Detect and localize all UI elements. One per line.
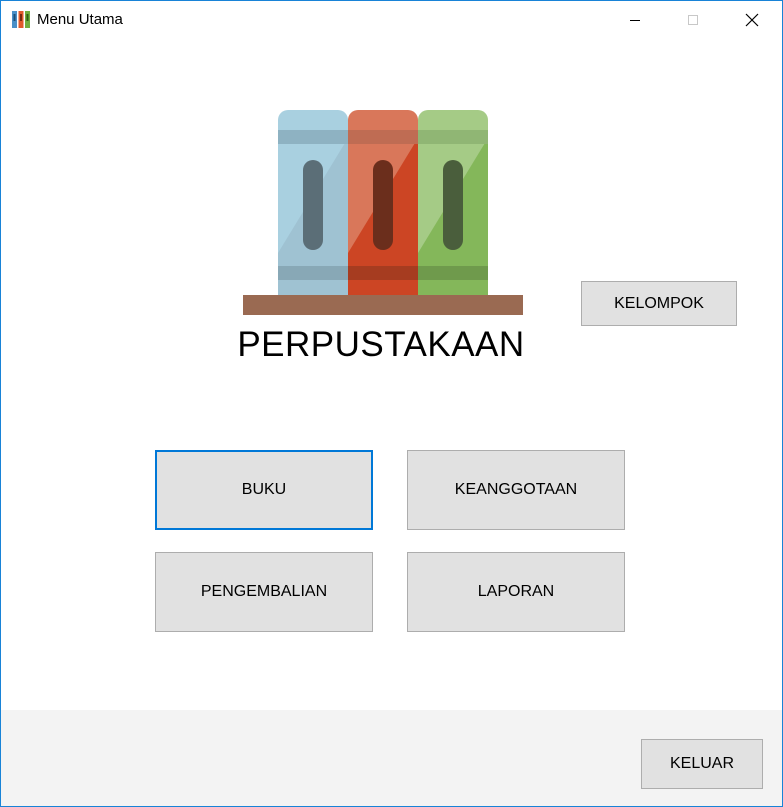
minimize-icon bbox=[630, 20, 640, 21]
library-books-icon bbox=[243, 110, 523, 315]
close-button[interactable] bbox=[729, 1, 775, 39]
keanggotaan-button[interactable]: KEANGGOTAAN bbox=[407, 450, 625, 530]
kelompok-button[interactable]: KELOMPOK bbox=[581, 281, 737, 326]
maximize-icon bbox=[688, 15, 698, 25]
title-bar[interactable]: Menu Utama bbox=[1, 1, 782, 39]
pengembalian-button[interactable]: PENGEMBALIAN bbox=[155, 552, 373, 632]
maximize-button[interactable] bbox=[670, 1, 716, 39]
app-title: PERPUSTAKAAN bbox=[237, 325, 525, 364]
books-icon bbox=[12, 11, 30, 28]
close-icon bbox=[745, 13, 759, 27]
laporan-button[interactable]: LAPORAN bbox=[407, 552, 625, 632]
minimize-button[interactable] bbox=[612, 1, 658, 39]
keluar-button[interactable]: KELUAR bbox=[641, 739, 763, 789]
buku-button[interactable]: BUKU bbox=[155, 450, 373, 530]
window-title: Menu Utama bbox=[37, 11, 123, 28]
main-window: Menu Utama PERPUSTAKAAN KELOMPOK BUKU KE… bbox=[0, 0, 783, 807]
